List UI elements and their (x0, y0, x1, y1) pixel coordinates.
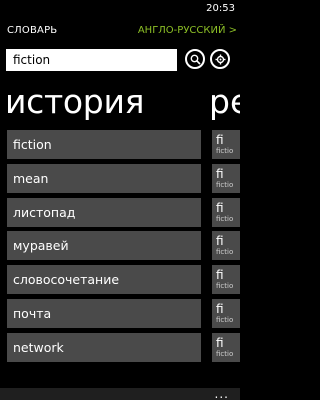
peek-item-title: fi (216, 301, 224, 316)
peek-item-title: fi (216, 200, 224, 215)
peek-item-title: fi (216, 234, 224, 249)
history-item-pochta[interactable]: почта (7, 298, 201, 328)
status-clock: 20:53 (206, 3, 235, 14)
peek-item-title: fi (216, 268, 224, 283)
peek-item[interactable]: fi fictio (212, 298, 240, 328)
history-list: fiction mean листопад муравей словосочет… (7, 130, 201, 367)
history-item-muravey[interactable]: муравей (7, 231, 201, 261)
history-item-mean[interactable]: mean (7, 163, 201, 193)
peek-item-subtitle: fictio (216, 282, 234, 291)
history-item-network[interactable]: network (7, 332, 201, 362)
peek-item-subtitle: fictio (216, 349, 234, 358)
pivot-header-history[interactable]: история (5, 80, 144, 124)
peek-item-subtitle: fictio (216, 214, 234, 223)
peek-item[interactable]: fi fictio (212, 197, 240, 227)
history-item-fiction[interactable]: fiction (7, 130, 201, 159)
phone-screen: 20:53 СЛОВАРЬ АНГЛО-РУССКИЙ > история ре (0, 0, 240, 400)
settings-button[interactable] (210, 49, 230, 69)
search-icon (190, 50, 201, 69)
dictionary-selector[interactable]: АНГЛО-РУССКИЙ > (138, 25, 237, 37)
peek-item-subtitle: fictio (216, 180, 234, 189)
app-bar: ... (0, 388, 240, 400)
search-input[interactable] (6, 49, 177, 71)
more-options-button[interactable]: ... (215, 388, 229, 400)
peek-item-subtitle: fictio (216, 248, 234, 257)
settings-icon (215, 50, 226, 69)
peek-item-title: fi (216, 133, 224, 147)
peek-item[interactable]: fi fictio (212, 231, 240, 261)
peek-item-title: fi (216, 335, 224, 350)
history-item-listopad[interactable]: листопад (7, 197, 201, 227)
history-item-slovosochetanie[interactable]: словосочетание (7, 265, 201, 295)
peek-item[interactable]: fi fictio (212, 332, 240, 362)
peek-item-subtitle: fictio (216, 147, 234, 155)
peek-item-subtitle: fictio (216, 315, 234, 324)
status-bar: 20:53 (0, 0, 240, 18)
pivot-header-next[interactable]: ре (209, 80, 240, 124)
app-title: СЛОВАРЬ (7, 25, 58, 36)
search-button[interactable] (185, 49, 205, 69)
peek-item[interactable]: fi fictio (212, 163, 240, 193)
next-pivot-list: fi fictio fi fictio fi fictio fi fictio … (212, 130, 240, 367)
peek-item[interactable]: fi fictio (212, 130, 240, 159)
peek-item-title: fi (216, 166, 224, 181)
peek-item[interactable]: fi fictio (212, 265, 240, 295)
